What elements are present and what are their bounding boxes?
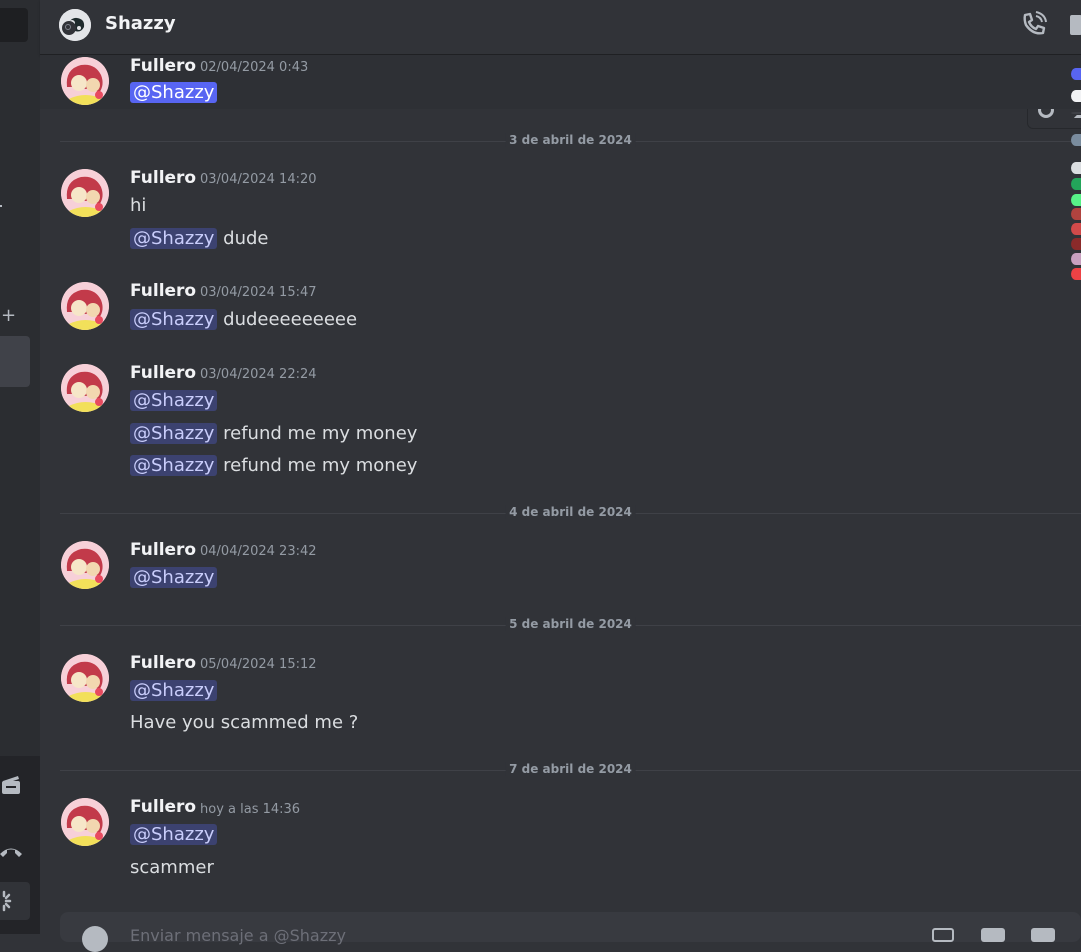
date-divider: 7 de abril de 2024 <box>60 762 1081 776</box>
date-divider-label: 4 de abril de 2024 <box>505 505 636 519</box>
sidebar-marker <box>0 205 2 207</box>
server-icon[interactable] <box>1071 134 1081 146</box>
timestamp: 03/04/2024 22:24 <box>200 367 317 382</box>
sidebar: + <box>0 0 40 934</box>
message-line: Have you scammed me ? <box>130 712 359 733</box>
mention[interactable]: @Shazzy <box>130 309 218 330</box>
message-group: Fullero 03/04/2024 14:20 hi @Shazzy dude <box>40 167 1081 259</box>
date-divider-label: 5 de abril de 2024 <box>505 617 636 631</box>
avatar[interactable] <box>61 57 109 105</box>
username[interactable]: Fullero <box>130 363 196 383</box>
loading-icon <box>0 882 30 920</box>
timestamp: 05/04/2024 15:12 <box>200 657 317 672</box>
sidebar-selected-dm[interactable] <box>0 336 30 387</box>
avatar[interactable] <box>61 169 109 217</box>
message-line: @Shazzy <box>130 680 218 701</box>
channel-header: Shazzy <box>40 0 1081 55</box>
message-line: @Shazzy dude <box>130 228 268 249</box>
message-line: @Shazzy <box>130 567 218 588</box>
username[interactable]: Fullero <box>130 281 196 301</box>
mention[interactable]: @Shazzy <box>130 455 218 476</box>
server-icon[interactable] <box>1071 238 1081 250</box>
message-group: Fullero 03/04/2024 15:47 @Shazzy dudeeee… <box>40 280 1081 336</box>
server-icon[interactable] <box>1071 253 1081 265</box>
phone-call-icon[interactable] <box>1019 10 1049 40</box>
username[interactable]: Fullero <box>130 168 196 188</box>
avatar[interactable] <box>61 364 109 412</box>
server-icon[interactable] <box>1071 194 1081 206</box>
mention[interactable]: @Shazzy <box>130 423 218 444</box>
page-title: Shazzy <box>105 13 176 34</box>
message-line: @Shazzy <box>130 82 218 103</box>
timestamp: hoy a las 14:36 <box>200 802 301 817</box>
plus-icon[interactable]: + <box>1 305 16 326</box>
timestamp: 03/04/2024 15:47 <box>200 285 317 300</box>
server-icon[interactable] <box>1071 208 1081 220</box>
message-text: refund me my money <box>217 455 418 476</box>
avatar[interactable] <box>61 798 109 846</box>
username[interactable]: Fullero <box>130 797 196 817</box>
message-line: @Shazzy refund me my money <box>130 455 417 476</box>
message-group: Fullero 03/04/2024 22:24 @Shazzy @Shazzy… <box>40 362 1081 484</box>
sticker-icon[interactable] <box>1031 928 1055 942</box>
mention[interactable]: @Shazzy <box>130 567 218 588</box>
timestamp: 04/04/2024 23:42 <box>200 544 317 559</box>
divider <box>1071 112 1081 114</box>
mention[interactable]: @Shazzy <box>130 228 218 249</box>
offline-status-icon <box>62 21 76 35</box>
server-icon[interactable] <box>1071 178 1081 190</box>
timestamp: 02/04/2024 0:43 <box>200 60 309 75</box>
gift-icon[interactable] <box>932 928 954 942</box>
message-group: Fullero 05/04/2024 15:12 @Shazzy Have yo… <box>40 652 1081 742</box>
message-composer[interactable]: Enviar mensaje a @Shazzy <box>60 912 1081 952</box>
message-group: Fullero hoy a las 14:36 @Shazzy scammer <box>40 796 1081 888</box>
timestamp: 03/04/2024 14:20 <box>200 172 317 187</box>
date-divider-label: 3 de abril de 2024 <box>505 133 636 147</box>
mention[interactable]: @Shazzy <box>130 82 218 103</box>
film-icon[interactable] <box>0 772 28 800</box>
message-group: Fullero 04/04/2024 23:42 @Shazzy <box>40 539 1081 595</box>
message-line: @Shazzy dudeeeeeeeee <box>130 309 357 330</box>
message-input[interactable]: Enviar mensaje a @Shazzy <box>130 926 346 945</box>
message-text: dude <box>217 228 269 249</box>
username[interactable]: Fullero <box>130 540 196 560</box>
server-icon[interactable] <box>1071 162 1081 174</box>
message-line: scammer <box>130 857 214 878</box>
mention[interactable]: @Shazzy <box>130 824 218 845</box>
server-icon[interactable] <box>1071 223 1081 235</box>
sidebar-search-box[interactable] <box>0 8 28 42</box>
avatar[interactable] <box>61 282 109 330</box>
date-divider: 3 de abril de 2024 <box>60 133 1081 147</box>
phone-hangup-icon[interactable] <box>0 838 28 866</box>
message-group: Fullero 02/04/2024 0:43 @Shazzy <box>40 55 1081 109</box>
server-icon[interactable] <box>1071 90 1081 102</box>
gif-icon[interactable] <box>981 928 1005 942</box>
mention[interactable]: @Shazzy <box>130 680 218 701</box>
message-line: hi <box>130 195 147 216</box>
server-icon[interactable] <box>1071 68 1081 80</box>
avatar[interactable] <box>61 654 109 702</box>
username[interactable]: Fullero <box>130 56 196 76</box>
message-text: dudeeeeeeeee <box>217 309 358 330</box>
video-icon[interactable] <box>1070 15 1081 35</box>
server-icon[interactable] <box>1071 268 1081 280</box>
message-line: @Shazzy refund me my money <box>130 423 417 444</box>
user-panel <box>0 756 40 934</box>
server-icon-strip <box>1069 68 1081 292</box>
date-divider: 5 de abril de 2024 <box>60 617 1081 631</box>
add-attachment-icon[interactable] <box>82 926 108 952</box>
message-line: @Shazzy <box>130 390 218 411</box>
mention[interactable]: @Shazzy <box>130 390 218 411</box>
username[interactable]: Fullero <box>130 653 196 673</box>
message-line: @Shazzy <box>130 824 218 845</box>
date-divider-label: 7 de abril de 2024 <box>505 762 636 776</box>
date-divider: 4 de abril de 2024 <box>60 505 1081 519</box>
avatar[interactable] <box>61 541 109 589</box>
message-list: Fullero 02/04/2024 0:43 @Shazzy 3 de abr… <box>40 55 1081 910</box>
message-text: refund me my money <box>217 423 418 444</box>
